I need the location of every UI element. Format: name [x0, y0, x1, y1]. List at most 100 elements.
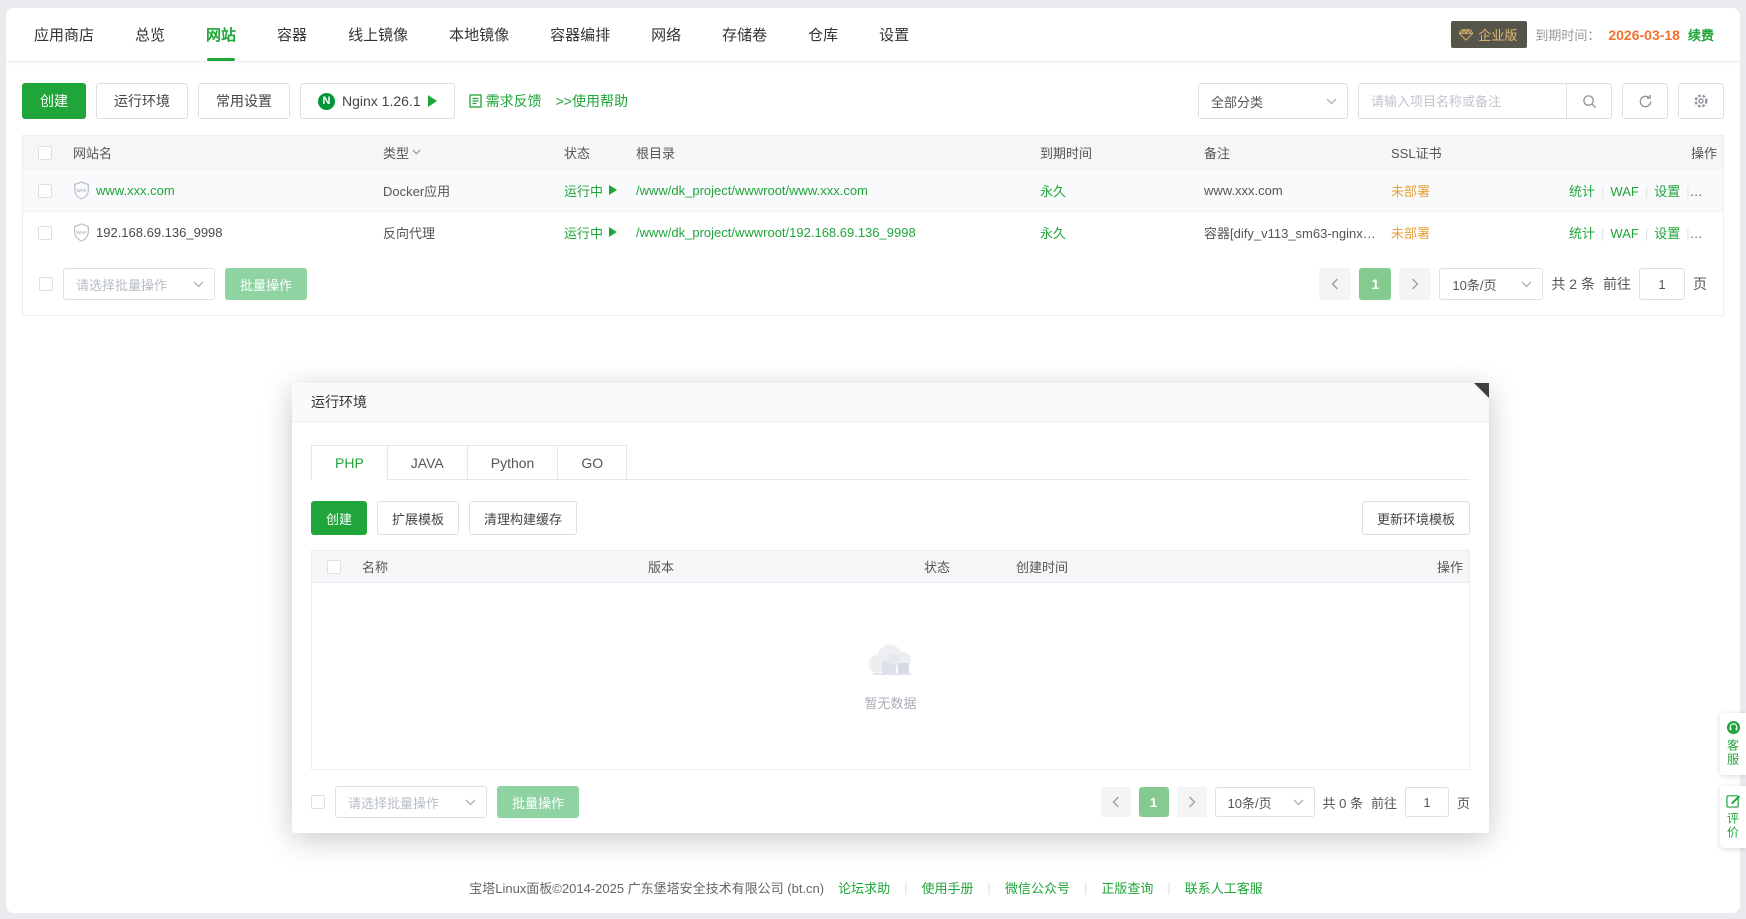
- site-name-link[interactable]: www.xxx.com: [96, 183, 175, 198]
- nav-item-network[interactable]: 网络: [649, 8, 683, 61]
- diamond-icon: [1459, 29, 1473, 41]
- env-select-all-checkbox[interactable]: [327, 560, 341, 574]
- modal-header: 运行环境: [292, 383, 1489, 422]
- divider: |: [1645, 184, 1648, 199]
- tab-python[interactable]: Python: [467, 445, 559, 479]
- col-type[interactable]: 类型: [377, 136, 558, 169]
- site-root-link[interactable]: /www/dk_project/wwwroot/192.168.69.136_9…: [636, 225, 916, 240]
- env-create-button[interactable]: 创建: [311, 501, 367, 535]
- site-expire[interactable]: 永久: [1040, 226, 1066, 241]
- row-checkbox[interactable]: [38, 226, 52, 240]
- batch-action-select[interactable]: 请选择批量操作: [63, 268, 215, 300]
- tab-java[interactable]: JAVA: [387, 445, 468, 479]
- search-input[interactable]: [1358, 83, 1566, 119]
- runtime-env-button[interactable]: 运行环境: [96, 83, 188, 119]
- search-button[interactable]: [1566, 83, 1612, 119]
- goto-page-input[interactable]: [1639, 268, 1685, 300]
- site-toolbar: 创建 运行环境 常用设置 N Nginx 1.26.1 需求反馈 >>使用帮助 …: [6, 62, 1740, 135]
- main-window: 应用商店 总览 网站 容器 线上镜像 本地镜像 容器编排 网络 存储卷 仓库 设…: [6, 8, 1740, 913]
- enterprise-badge[interactable]: 企业版: [1451, 21, 1527, 48]
- batch-select-all-checkbox[interactable]: [39, 277, 53, 291]
- nav-item-repository[interactable]: 仓库: [806, 8, 840, 61]
- ssl-status[interactable]: 未部署: [1391, 226, 1430, 241]
- site-expire[interactable]: 永久: [1040, 184, 1066, 199]
- extend-template-button[interactable]: 扩展模板: [377, 501, 459, 535]
- feedback-link[interactable]: 需求反馈: [469, 91, 542, 111]
- ssl-status[interactable]: 未部署: [1391, 184, 1430, 199]
- prev-page-button[interactable]: [1319, 268, 1351, 300]
- toolbar-right: 全部分类: [1198, 83, 1724, 119]
- prev-page-button[interactable]: [1101, 787, 1131, 817]
- col-status: 状态: [918, 551, 1010, 582]
- nav-item-website[interactable]: 网站: [204, 8, 238, 61]
- per-page-select[interactable]: 10条/页: [1439, 268, 1543, 300]
- select-all-checkbox[interactable]: [38, 146, 52, 160]
- review-widget[interactable]: 评价: [1720, 786, 1746, 848]
- webserver-button[interactable]: N Nginx 1.26.1: [300, 83, 455, 119]
- footer-link-wechat[interactable]: 微信公众号: [1005, 878, 1070, 897]
- current-page[interactable]: 1: [1359, 268, 1391, 300]
- create-site-button[interactable]: 创建: [22, 83, 86, 119]
- nav-item-settings[interactable]: 设置: [877, 8, 911, 61]
- footer-link-support[interactable]: 联系人工客服: [1185, 878, 1263, 897]
- tab-go[interactable]: GO: [557, 445, 627, 479]
- page-footer: 宝塔Linux面板©2014-2025 广东堡塔安全技术有限公司 (bt.cn)…: [6, 878, 1740, 897]
- nav-item-volume[interactable]: 存储卷: [720, 8, 769, 61]
- nav-item-online-image[interactable]: 线上镜像: [346, 8, 410, 61]
- help-link[interactable]: >>使用帮助: [556, 91, 628, 111]
- row-checkbox[interactable]: [38, 184, 52, 198]
- modal-batch-select[interactable]: 请选择批量操作: [335, 786, 487, 818]
- site-remark[interactable]: www.xxx.com: [1198, 169, 1385, 211]
- site-root-link[interactable]: /www/dk_project/wwwroot/www.xxx.com: [636, 183, 868, 198]
- footer-link-forum[interactable]: 论坛求助: [838, 878, 890, 897]
- close-fold-icon[interactable]: [1474, 383, 1489, 398]
- footer-link-genuine[interactable]: 正版查询: [1101, 878, 1153, 897]
- svg-text:WAF: WAF: [76, 230, 86, 235]
- stats-link[interactable]: 统计: [1569, 226, 1595, 241]
- site-remark[interactable]: 容器[dify_v113_sm63-nginx-1]自: [1198, 211, 1385, 253]
- webserver-label: Nginx 1.26.1: [342, 93, 421, 109]
- goto-page-input[interactable]: [1405, 787, 1449, 817]
- update-template-button[interactable]: 更新环境模板: [1362, 501, 1470, 535]
- modal-per-page-select[interactable]: 10条/页: [1215, 787, 1315, 817]
- clean-cache-button[interactable]: 清理构建缓存: [469, 501, 577, 535]
- nav-item-app-store[interactable]: 应用商店: [32, 8, 96, 61]
- modal-toolbar: 创建 扩展模板 清理构建缓存 更新环境模板: [311, 501, 1470, 535]
- tab-php[interactable]: PHP: [311, 445, 388, 479]
- modal-batch-checkbox[interactable]: [311, 795, 325, 809]
- category-select[interactable]: 全部分类: [1198, 83, 1348, 119]
- settings-link[interactable]: 设置: [1654, 226, 1680, 241]
- col-expire: 到期时间: [1034, 136, 1198, 169]
- stats-link[interactable]: 统计: [1569, 184, 1595, 199]
- waf-link[interactable]: WAF: [1610, 184, 1638, 199]
- next-page-button[interactable]: [1177, 787, 1207, 817]
- waf-shield-icon[interactable]: WAF: [73, 223, 90, 242]
- settings-link[interactable]: 设置: [1654, 184, 1680, 199]
- common-settings-button[interactable]: 常用设置: [198, 83, 290, 119]
- refresh-button[interactable]: [1622, 83, 1668, 119]
- nav-item-local-image[interactable]: 本地镜像: [447, 8, 511, 61]
- batch-placeholder: 请选择批量操作: [76, 275, 167, 294]
- customer-service-widget[interactable]: 客服: [1720, 713, 1746, 775]
- renew-link[interactable]: 续费: [1688, 25, 1714, 44]
- site-name-link[interactable]: 192.168.69.136_9998: [96, 225, 223, 240]
- col-status: 状态: [558, 136, 630, 169]
- nav-item-compose[interactable]: 容器编排: [548, 8, 612, 61]
- batch-apply-button[interactable]: 批量操作: [225, 268, 307, 300]
- table-settings-button[interactable]: [1678, 83, 1724, 119]
- next-page-button[interactable]: [1399, 268, 1431, 300]
- waf-shield-icon[interactable]: WAF: [73, 181, 90, 200]
- gear-icon: [1693, 93, 1709, 109]
- waf-link[interactable]: WAF: [1610, 226, 1638, 241]
- modal-pagination: 1 10条/页 共 0 条 前往 页: [1101, 787, 1471, 817]
- site-status[interactable]: 运行中: [564, 223, 617, 242]
- divider: |: [1686, 226, 1689, 241]
- nav-item-overview[interactable]: 总览: [133, 8, 167, 61]
- footer-link-manual[interactable]: 使用手册: [922, 878, 974, 897]
- empty-cloud-icon: [865, 641, 917, 681]
- nav-item-container[interactable]: 容器: [275, 8, 309, 61]
- current-page[interactable]: 1: [1139, 787, 1169, 817]
- site-status[interactable]: 运行中: [564, 181, 617, 200]
- search-icon: [1582, 94, 1597, 109]
- modal-batch-apply-button[interactable]: 批量操作: [497, 786, 579, 818]
